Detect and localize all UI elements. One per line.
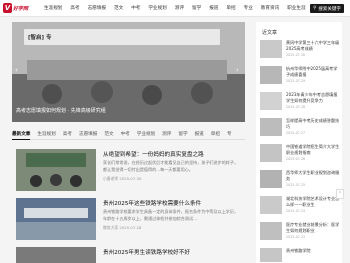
sidebar-item-title[interactable]: 贵州铁路学院 <box>286 248 340 254</box>
nav-item[interactable]: 生涯规划 <box>44 5 62 11</box>
tab[interactable]: 范文 <box>104 130 113 139</box>
article-thumbnail-image <box>16 149 96 191</box>
search-button-label: 搜索关键字 <box>318 6 341 12</box>
sidebar-item[interactable]: 西华师大学生职业规划咨询服务 2025-07-25 <box>260 170 340 192</box>
sidebar-item-title[interactable]: 湖北科技学院艺术设计专业怎么样——职业生 <box>286 196 340 208</box>
nav-item[interactable]: 单招 <box>226 5 235 11</box>
nav-item[interactable]: 志愿填报 <box>88 5 106 11</box>
tab[interactable]: 生涯规划 <box>37 130 55 139</box>
search-icon: ⚲ <box>313 6 317 11</box>
nav-item[interactable]: 学业规划 <box>148 5 166 11</box>
sidebar-thumbnail[interactable] <box>260 66 282 84</box>
article-thumbnail[interactable] <box>16 198 96 240</box>
article-meta: 教育大家 2025-07-28 <box>103 225 142 230</box>
hero-banner: [智启] 专 <box>24 29 220 45</box>
nav-item[interactable]: 测评 <box>175 5 184 11</box>
sidebar-title: 近文章 <box>262 30 278 36</box>
logo-mark-icon: V <box>3 3 12 13</box>
hero-banner-text: [智启] 专 <box>28 35 52 41</box>
sidebar-item-title[interactable]: 2023年青少年中考志愿填报学生如何提升竞争力 <box>286 92 340 104</box>
article-title[interactable]: 贵州2025年男生读铁路学校好不好 <box>103 248 190 256</box>
sidebar-item-date: 2025-07-23 <box>286 235 306 239</box>
sidebar-item-date: 2025-07-29 <box>286 79 306 83</box>
search-button[interactable]: ⚲ 搜索关键字 <box>310 4 344 13</box>
sidebar-thumbnail[interactable] <box>260 144 282 162</box>
tab[interactable]: 高考 <box>63 130 72 139</box>
sidebar-recent-articles: 近文章 黄冈中学第三十六中学三年级2025高考成绩 2025-07-30 杭州华师… <box>256 22 342 263</box>
sidebar-thumbnail[interactable] <box>260 170 282 188</box>
hero-image: [智启] 专 ‹ › 高考志愿填报如何规划 · 先锋高级研究组 <box>12 22 245 122</box>
tab-latest[interactable]: 最新文章 <box>12 130 31 140</box>
sidebar-item-date: 2025-07-30 <box>286 53 306 57</box>
tab[interactable]: 专 <box>227 130 232 139</box>
sidebar-item[interactable]: 中国铁道学院招生简介大学生职业规划指南 2025-07-26 <box>260 144 340 166</box>
sidebar-item-date: 2025-07-25 <box>286 183 306 187</box>
site-logo[interactable]: V 好学网 <box>3 2 39 14</box>
sidebar-thumbnail[interactable] <box>260 222 282 240</box>
sidebar-item-date: 2025-07-28 <box>286 105 306 109</box>
sidebar-item-title[interactable]: 杭州华师附中2025届高考学子成绩喜报 <box>286 66 340 78</box>
tab[interactable]: 学业规划 <box>137 130 155 139</box>
chevron-up-icon: ⌃ <box>337 191 343 197</box>
carousel-next-icon[interactable]: › <box>236 66 242 76</box>
nav-item[interactable]: 中考 <box>131 5 140 11</box>
sidebar-item-title[interactable]: 怎样提高中考历史成绩答题技巧 <box>286 118 340 130</box>
sidebar-item[interactable]: 黄冈中学第三十六中学三年级2025高考成绩 2025-07-30 <box>260 40 340 62</box>
sidebar-item-title[interactable]: 西华师大学生职业规划咨询服务 <box>286 170 340 182</box>
sidebar-item[interactable]: 怎样提高中考历史成绩答题技巧 2025-07-27 <box>260 118 340 140</box>
sidebar-item-title[interactable]: 医疗专业就业前景分析：医学生如何规划职业 <box>286 222 340 234</box>
top-navbar: V 好学网 生涯规划 高考 志愿填报 范文 中考 学业规划 测评 留学 报道 单… <box>0 0 350 17</box>
sidebar-item-title[interactable]: 中国铁道学院招生简介大学生职业规划指南 <box>286 144 340 156</box>
article-title[interactable]: 贵州2025年这些铁路学校需要什么条件 <box>103 199 201 207</box>
article-description: 贵州铁路学校要求学生具备一定的身体条件，报名条件为中等及以上学历，年龄在十五周岁… <box>103 209 239 221</box>
tab[interactable]: 志愿填报 <box>79 130 97 139</box>
article-title[interactable]: 从绝望到希望：一份妈妈的真实复盘之路 <box>103 150 204 158</box>
article-description: 家长们常常说，在经历过起伏后才能看见自己的坚持，孩子们进步的样子，都让我觉得一切… <box>103 160 239 172</box>
tab[interactable]: 留学 <box>178 130 187 139</box>
tab[interactable]: 报道 <box>195 130 204 139</box>
hero-caption: 高考志愿填报如何规划 · 先锋高级研究组 <box>16 108 106 114</box>
sidebar-thumbnail[interactable] <box>260 248 282 262</box>
sidebar-thumbnail[interactable] <box>260 92 282 110</box>
sidebar-item-date: 2025-07-26 <box>286 157 306 161</box>
article-thumbnail-image <box>16 198 96 240</box>
nav-item[interactable]: 教育资讯 <box>261 5 279 11</box>
main-nav: 生涯规划 高考 志愿填报 范文 中考 学业规划 测评 留学 报道 单招 专业 教… <box>44 5 314 11</box>
sidebar-item-date: 2025-07-27 <box>286 131 306 135</box>
tab[interactable]: 测评 <box>162 130 171 139</box>
article-item[interactable]: 贵州2025年这些铁路学校需要什么条件 贵州铁路学校要求学生具备一定的身体条件，… <box>12 197 245 245</box>
sidebar-item[interactable]: 2023年青少年中考志愿填报学生如何提升竞争力 2025-07-28 <box>260 92 340 114</box>
nav-item[interactable]: 留学 <box>192 5 201 11</box>
nav-item[interactable]: 职业生涯 <box>287 5 305 11</box>
sidebar-thumbnail[interactable] <box>260 196 282 214</box>
nav-item[interactable]: 报道 <box>209 5 218 11</box>
nav-item[interactable]: 专业 <box>244 5 253 11</box>
carousel-prev-icon[interactable]: ‹ <box>15 66 21 76</box>
nav-item[interactable]: 高考 <box>70 5 79 11</box>
tab[interactable]: 中考 <box>121 130 130 139</box>
category-tabs: 最新文章 生涯规划 高考 志愿填报 范文 中考 学业规划 测评 留学 报道 单招… <box>12 130 245 140</box>
sidebar-item-title[interactable]: 黄冈中学第三十六中学三年级2025高考成绩 <box>286 40 340 52</box>
sidebar-thumbnail[interactable] <box>260 118 282 136</box>
logo-text: 好学网 <box>13 5 29 12</box>
hero-carousel[interactable]: [智启] 专 ‹ › 高考志愿填报如何规划 · 先锋高级研究组 <box>12 22 245 122</box>
sidebar-item-date: 2025-07-24 <box>286 209 306 213</box>
sidebar-thumbnail[interactable] <box>260 40 282 58</box>
article-item[interactable]: 贵州2025年男生读铁路学校好不好 <box>12 246 245 263</box>
article-thumbnail[interactable] <box>16 247 96 263</box>
scroll-top-button[interactable]: ⌃ <box>336 189 344 199</box>
sidebar-item[interactable]: 杭州华师附中2025届高考学子成绩喜报 2025-07-29 <box>260 66 340 88</box>
article-item[interactable]: 从绝望到希望：一份妈妈的真实复盘之路 家长们常常说，在经历过起伏后才能看见自己的… <box>12 148 245 196</box>
nav-item[interactable]: 范文 <box>114 5 123 11</box>
tab[interactable]: 单招 <box>211 130 220 139</box>
sidebar-item[interactable]: 医疗专业就业前景分析：医学生如何规划职业 2025-07-23 <box>260 222 340 244</box>
sidebar-item[interactable]: 贵州铁路学院 <box>260 248 340 262</box>
sidebar-item[interactable]: 湖北科技学院艺术设计专业怎么样——职业生 2025-07-24 <box>260 196 340 218</box>
article-thumbnail[interactable] <box>16 149 96 191</box>
article-meta: 小唐老师 2025-07-30 <box>103 176 142 181</box>
